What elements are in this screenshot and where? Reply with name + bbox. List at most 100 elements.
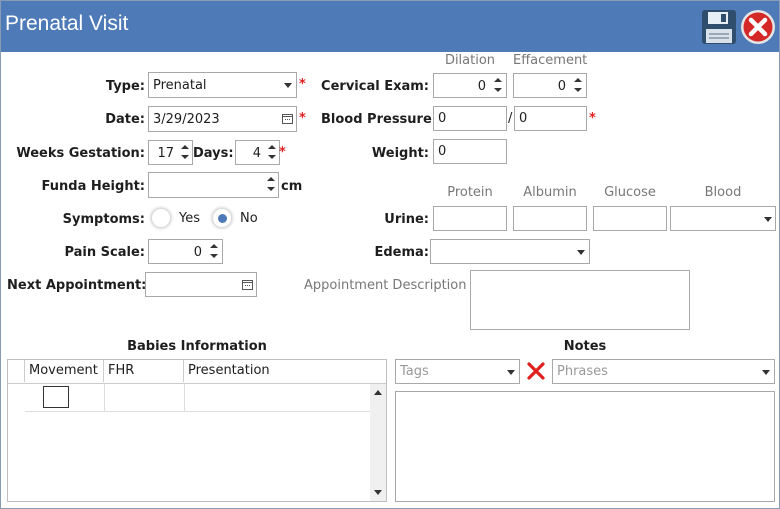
table-row[interactable] [25,384,370,412]
scroll-down-arrow-icon[interactable] [374,490,382,495]
systolic-value: 0 [438,111,447,126]
dilation-header: Dilation [444,53,496,68]
appointment-description-textarea[interactable] [470,270,690,330]
chevron-down-icon [762,370,770,375]
urine-albumin-header: Albumin [523,185,577,200]
presentation-cell[interactable] [184,384,370,411]
window-title: Prenatal Visit [5,12,129,35]
spinner-arrows-icon[interactable] [268,145,276,161]
spinner-arrows-icon[interactable] [267,177,275,193]
pain-scale-value: 0 [193,245,202,260]
next-appointment-date-picker[interactable] [145,272,257,297]
date-value: 3/29/2023 [153,112,220,127]
funda-height-stepper[interactable] [148,172,279,198]
chevron-down-icon [507,370,515,375]
spinner-arrows-icon[interactable] [494,78,502,94]
cervical-exam-label: Cervical Exam: [321,79,429,94]
chevron-down-icon [284,83,292,88]
effacement-stepper[interactable]: 0 [513,73,587,98]
bp-separator: / [508,111,513,126]
type-value: Prenatal [153,78,207,93]
urine-label: Urine: [384,212,429,227]
calendar-icon[interactable] [242,280,253,290]
diastolic-input[interactable]: 0 [514,106,587,131]
urine-glucose-input[interactable] [593,206,667,231]
spinner-arrows-icon[interactable] [181,145,189,161]
required-mark: * [279,145,286,160]
symptoms-label: Symptoms: [62,212,145,227]
spinner-arrows-icon[interactable] [210,244,218,260]
urine-blood-dropdown[interactable] [670,206,776,231]
movement-cell[interactable] [25,384,105,411]
close-button[interactable] [740,9,776,45]
red-close-icon [741,10,775,44]
chevron-down-icon [764,217,772,222]
pain-scale-label: Pain Scale: [64,245,145,260]
funda-height-label: Funda Height: [41,179,145,194]
prenatal-visit-window: Prenatal Visit Dilation Effacement Type:… [0,0,780,509]
weeks-gestation-label: Weeks Gestation: [16,146,145,161]
save-button[interactable] [701,9,737,45]
column-header-fhr[interactable]: FHR [104,360,184,382]
dilation-value: 0 [477,79,486,94]
weight-label: Weight: [371,146,429,161]
systolic-input[interactable]: 0 [433,106,507,131]
floppy-disk-icon [702,10,736,44]
phrases-placeholder: Phrases [557,364,608,379]
fhr-cell[interactable] [104,384,185,411]
urine-albumin-input[interactable] [513,206,587,231]
symptoms-no-radio[interactable] [212,208,232,228]
spinner-arrows-icon[interactable] [574,78,582,94]
appointment-description-label: Appointment Description [304,278,467,293]
babies-grid-header: Movement FHR Presentation [8,360,386,384]
date-picker[interactable]: 3/29/2023 [148,106,297,132]
tags-placeholder: Tags [400,364,429,379]
symptoms-no-label: No [240,211,258,226]
phrases-dropdown[interactable]: Phrases [552,359,775,384]
pain-scale-stepper[interactable]: 0 [148,239,223,264]
urine-protein-header: Protein [447,185,493,200]
blood-pressure-label: Blood Pressure: [321,112,437,127]
effacement-value: 0 [557,79,566,94]
babies-grid-scrollbar[interactable] [370,384,386,501]
urine-blood-header: Blood [704,185,742,200]
symptoms-yes-radio[interactable] [151,208,171,228]
required-mark: * [299,111,306,126]
diastolic-value: 0 [519,111,528,126]
edema-dropdown[interactable] [430,239,590,264]
urine-protein-input[interactable] [433,206,507,231]
required-mark: * [589,111,596,126]
scroll-up-arrow-icon[interactable] [374,390,382,395]
effacement-header: Effacement [513,53,588,68]
chevron-down-icon [577,250,585,255]
type-dropdown[interactable]: Prenatal [148,72,297,98]
movement-checkbox[interactable] [43,386,69,408]
edema-label: Edema: [374,245,429,260]
notes-title: Notes [563,339,607,354]
weight-input[interactable]: 0 [433,139,507,164]
days-label: Days: [193,146,234,161]
clear-tags-button[interactable] [526,361,546,381]
notes-textarea[interactable] [395,391,775,502]
days-stepper[interactable]: 4 [235,140,280,165]
funda-height-unit: cm [281,179,303,194]
babies-grid[interactable]: Movement FHR Presentation [7,359,387,502]
weeks-gestation-stepper[interactable]: 17 [148,140,193,165]
column-header-presentation[interactable]: Presentation [184,360,370,382]
calendar-icon[interactable] [282,114,293,124]
tags-dropdown[interactable]: Tags [395,359,520,384]
babies-information-title: Babies Information [127,339,267,354]
red-x-icon [527,362,545,380]
symptoms-yes-label: Yes [179,211,200,226]
column-header-movement[interactable]: Movement [25,360,104,382]
type-label: Type: [105,79,145,94]
date-label: Date: [105,112,145,127]
weeks-gestation-value: 17 [157,146,174,161]
weight-value: 0 [438,144,447,159]
title-bar: Prenatal Visit [1,1,779,52]
row-selector-header [8,360,25,382]
dilation-stepper[interactable]: 0 [433,73,507,98]
days-value: 4 [252,146,261,161]
urine-glucose-header: Glucose [604,185,656,200]
required-mark: * [299,77,306,92]
